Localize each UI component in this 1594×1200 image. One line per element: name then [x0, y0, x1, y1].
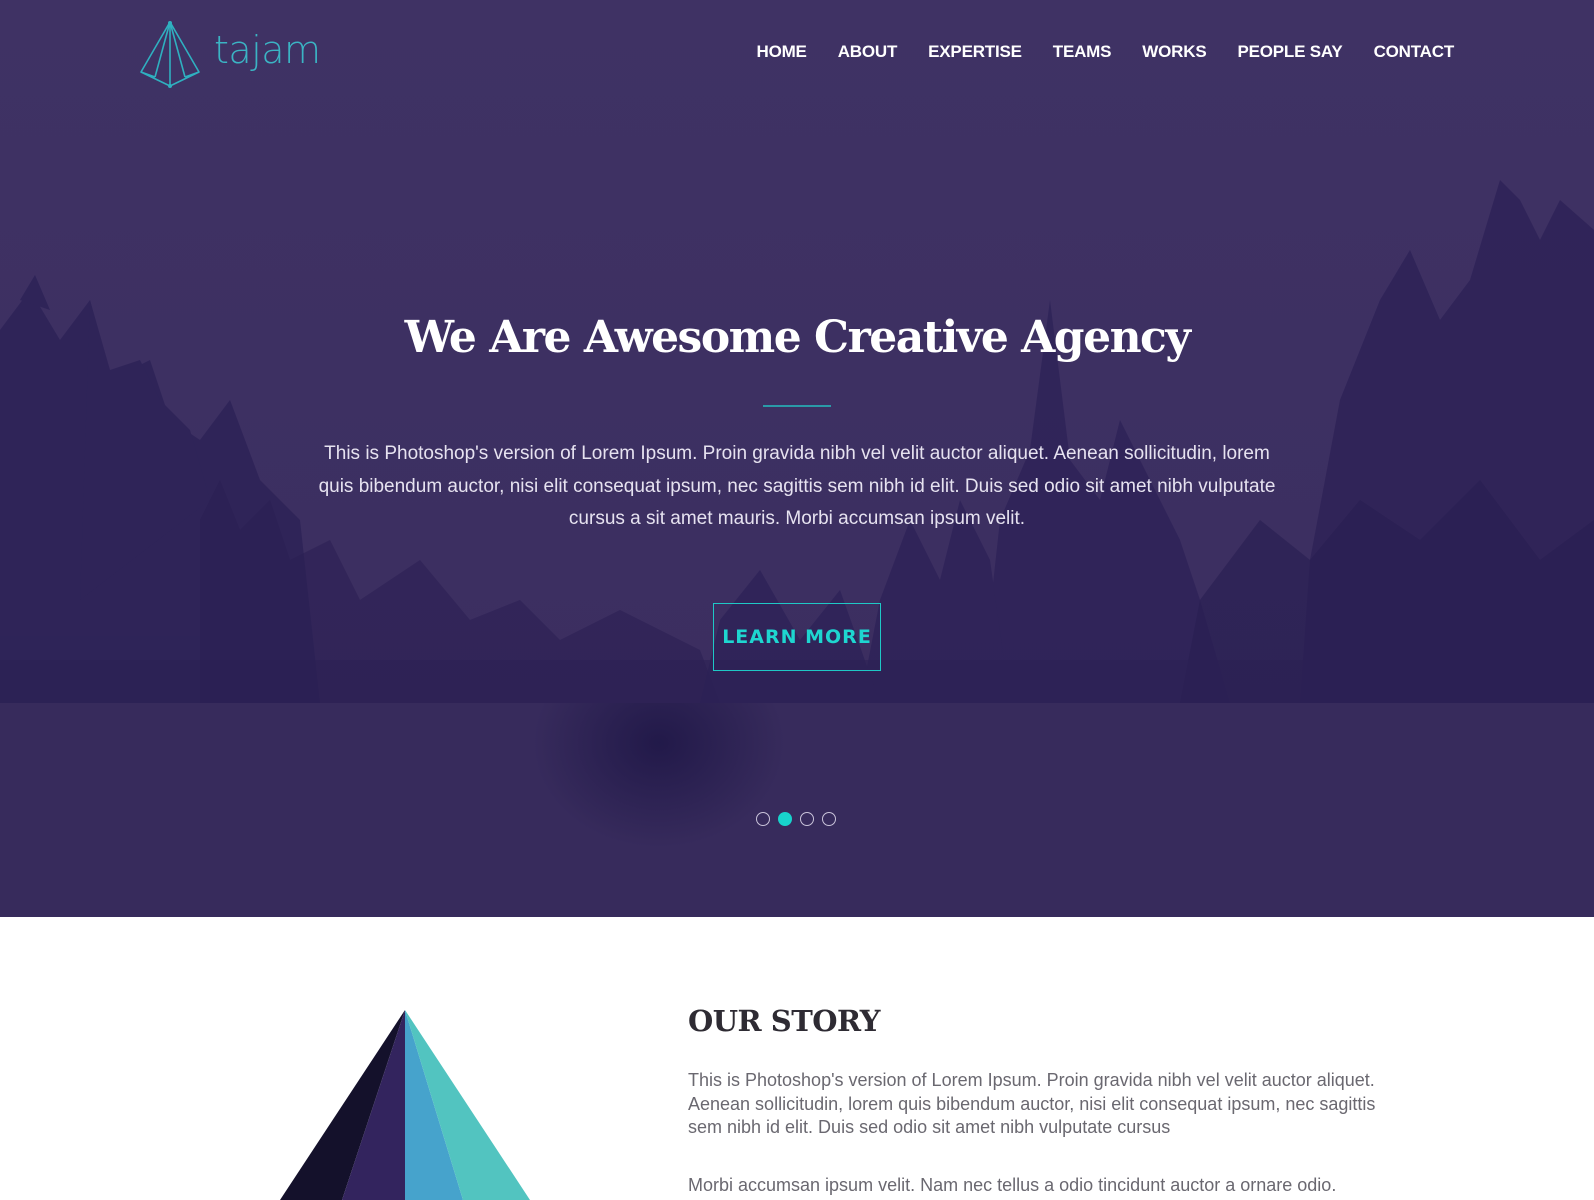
slider-pagination [756, 812, 844, 826]
nav-contact[interactable]: CONTACT [1374, 42, 1455, 62]
nav-home[interactable]: HOME [757, 42, 807, 62]
story-paragraph-2: Morbi accumsan ipsum velit. Nam nec tell… [688, 1175, 1337, 1195]
logo-link[interactable]: tajam [139, 20, 321, 88]
nav-teams[interactable]: TEAMS [1053, 42, 1112, 62]
hero-section: tajam HOME ABOUT EXPERTISE TEAMS WORKS P… [0, 0, 1594, 917]
pyramid-illustration [280, 1010, 530, 1200]
hero-divider [763, 405, 831, 407]
nav-expertise[interactable]: EXPERTISE [928, 42, 1022, 62]
hero-description: This is Photoshop's version of Lorem Ips… [318, 443, 1276, 529]
hero-title: We Are Awesome Creative Agency [404, 312, 1191, 363]
hero-reflection [470, 703, 890, 903]
brand-name: tajam [214, 28, 321, 72]
nav-people-say[interactable]: PEOPLE SAY [1237, 42, 1342, 62]
story-title: OUR STORY [688, 1004, 880, 1038]
slider-dot-3[interactable] [800, 812, 814, 826]
slider-dot-4[interactable] [822, 812, 836, 826]
main-nav: HOME ABOUT EXPERTISE TEAMS WORKS PEOPLE … [726, 42, 1455, 62]
nav-about[interactable]: ABOUT [838, 42, 898, 62]
story-paragraph-1: This is Photoshop's version of Lorem Ips… [688, 1070, 1376, 1137]
learn-more-button[interactable]: LEARN MORE [713, 603, 881, 671]
site-header: tajam HOME ABOUT EXPERTISE TEAMS WORKS P… [0, 0, 1594, 100]
slider-dot-2[interactable] [778, 812, 792, 826]
paper-pyramid-icon [140, 21, 200, 88]
nav-works[interactable]: WORKS [1142, 42, 1206, 62]
slider-dot-1[interactable] [756, 812, 770, 826]
